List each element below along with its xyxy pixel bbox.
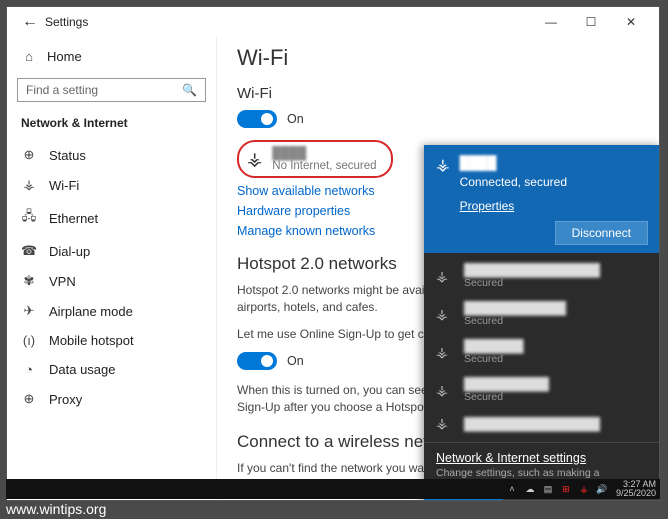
proxy-icon: ⊕ [21,391,37,407]
maximize-button[interactable]: ☐ [571,8,611,36]
flyout-network-list: ⚶████████████████Secured ⚶████████████Se… [424,253,659,442]
close-button[interactable]: ✕ [611,8,651,36]
sidebar-item-airplane[interactable]: ✈Airplane mode [17,296,206,326]
wifi-signal-icon: ⚶ [247,149,262,170]
flyout-settings-link[interactable]: Network & Internet settings [436,451,648,465]
flyout-network-item[interactable]: ⚶████████████████ [424,409,659,438]
hotspot-icon: (ı) [21,333,37,348]
flyout-status: Connected, secured [460,175,648,189]
clock-date: 9/25/2020 [616,489,656,498]
flyout-network-item[interactable]: ⚶████████████████Secured [424,257,659,295]
clock[interactable]: 3:27 AM 9/25/2020 [616,480,656,498]
sidebar-item-hotspot[interactable]: (ı)Mobile hotspot [17,326,206,355]
search-icon: 🔍 [182,83,197,97]
dialup-icon: ☎ [21,243,37,259]
sidebar-item-proxy[interactable]: ⊕Proxy [17,384,206,414]
flyout-network-item[interactable]: ⚶███████Secured [424,333,659,371]
tray-network-icon[interactable]: ⚶ [576,484,592,495]
disconnect-button[interactable]: Disconnect [555,221,648,245]
home-icon: ⌂ [21,49,37,64]
status-icon: ⊕ [21,147,37,163]
home-button[interactable]: ⌂ Home [17,43,206,70]
current-network-name: ████ [272,146,376,160]
flyout-ssid: ████ [460,155,497,170]
back-button[interactable]: ← [15,8,45,36]
content-pane: Wi-Fi Wi-Fi On ⚶ ████ No Internet, secur… [217,37,659,500]
wifi-toggle[interactable] [237,110,277,128]
sidebar: ⌂ Home Find a setting 🔍 Network & Intern… [7,37,217,500]
wifi-subhead: Wi-Fi [237,85,639,102]
category-label: Network & Internet [17,116,206,130]
flyout-network-item[interactable]: ⚶██████████Secured [424,371,659,409]
search-placeholder: Find a setting [26,83,182,97]
flyout-network-item[interactable]: ⚶████████████Secured [424,295,659,333]
titlebar: ← Settings — ☐ ✕ [7,7,659,37]
taskbar: ˄ ☁ ▤ ⊞ ⚶ 🔊 3:27 AM 9/25/2020 [6,479,660,499]
sidebar-item-vpn[interactable]: ✾VPN [17,266,206,296]
current-network-status: No Internet, secured [272,160,376,172]
wifi-icon: ⚶ [21,177,37,193]
sidebar-item-datausage[interactable]: ◔Data usage [17,355,206,384]
home-label: Home [47,49,82,64]
wifi-secure-icon: ⚶ [436,415,454,432]
search-input[interactable]: Find a setting 🔍 [17,78,206,102]
tray-app-icon[interactable]: ▤ [540,484,556,495]
minimize-button[interactable]: — [531,8,571,36]
ethernet-icon: 🖧 [21,207,37,229]
sidebar-item-dialup[interactable]: ☎Dial-up [17,236,206,266]
wifi-toggle-state: On [287,112,304,126]
wifi-signal-icon: ⚶ [436,155,450,175]
wifi-secure-icon: ⚶ [436,268,454,285]
sidebar-item-status[interactable]: ⊕Status [17,140,206,170]
flyout-connected-panel[interactable]: ⚶ ████ Connected, secured Properties Dis… [424,145,659,253]
vpn-icon: ✾ [21,273,37,289]
datausage-icon: ◔ [21,362,37,377]
tray-volume-icon[interactable]: 🔊 [594,484,610,495]
osu-toggle[interactable] [237,352,277,370]
wifi-secure-icon: ⚶ [436,306,454,323]
tray-cloud-icon[interactable]: ☁ [522,484,538,495]
osu-toggle-state: On [287,354,304,368]
sidebar-item-ethernet[interactable]: 🖧Ethernet [17,200,206,236]
network-flyout: ⚶ ████ Connected, secured Properties Dis… [424,145,659,500]
page-title: Wi-Fi [237,45,639,71]
wifi-secure-icon: ⚶ [436,344,454,361]
settings-window: ← Settings — ☐ ✕ ⌂ Home Find a setting 🔍… [6,6,660,501]
flyout-properties-link[interactable]: Properties [460,199,515,213]
tray-app-icon[interactable]: ⊞ [558,484,574,495]
wifi-secure-icon: ⚶ [436,382,454,399]
tray-chevron-icon[interactable]: ˄ [504,484,520,494]
airplane-icon: ✈ [21,303,37,319]
current-network-card[interactable]: ⚶ ████ No Internet, secured [237,140,393,178]
sidebar-item-wifi[interactable]: ⚶Wi-Fi [17,170,206,200]
window-title: Settings [45,15,531,29]
watermark: www.wintips.org [6,501,106,517]
